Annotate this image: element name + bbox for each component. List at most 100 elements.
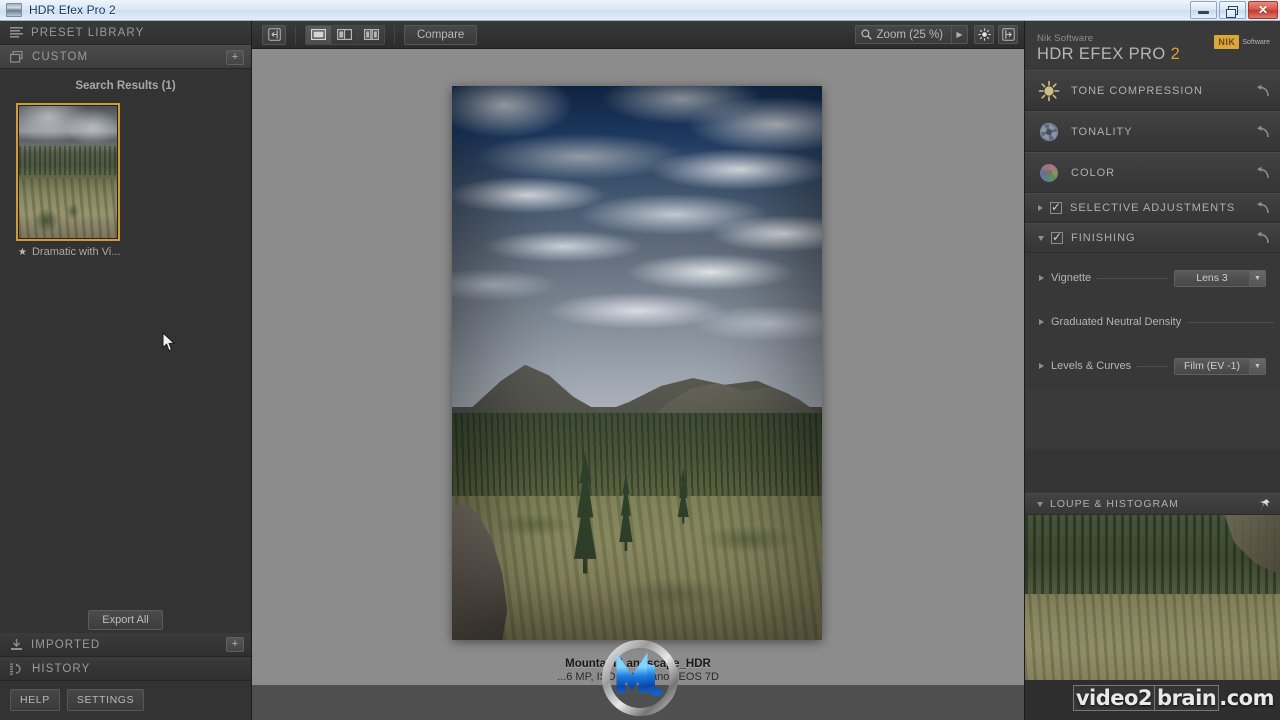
split-pane-icon xyxy=(337,29,352,40)
chevron-down-icon[interactable]: ▼ xyxy=(1249,358,1265,374)
history-label: HISTORY xyxy=(32,662,91,675)
sky-region xyxy=(452,86,822,408)
chevron-down-icon[interactable] xyxy=(1038,235,1044,241)
section-tone-compression[interactable]: TONE COMPRESSION xyxy=(1025,70,1280,111)
compare-button[interactable]: Compare xyxy=(404,24,478,45)
chevron-down-icon[interactable]: ▼ xyxy=(1249,270,1265,286)
video2brain-watermark: video2 brain .com xyxy=(1072,685,1274,711)
sidebar-item-history[interactable]: HISTORY xyxy=(0,657,251,681)
section-finishing[interactable]: FINISHING xyxy=(1025,223,1280,253)
minimize-button[interactable] xyxy=(1190,1,1217,19)
section-label: SELECTIVE ADJUSTMENTS xyxy=(1070,202,1236,214)
brand-header: Nik Software HDR EFEX PRO 2 NIK Software xyxy=(1025,21,1280,67)
view-mode-group xyxy=(305,24,385,45)
exit-arrow-icon xyxy=(267,28,281,41)
preset-library-label: PRESET LIBRARY xyxy=(31,26,145,39)
nik-logo-word: Software xyxy=(1242,38,1270,46)
maximize-button[interactable] xyxy=(1219,1,1246,19)
exit-door-button[interactable] xyxy=(998,25,1018,44)
import-arrow-icon xyxy=(10,638,23,651)
magnifier-icon xyxy=(860,29,872,40)
zoom-dropdown-arrow[interactable]: ▶ xyxy=(951,26,967,43)
finishing-item-label: Levels & Curves xyxy=(1051,360,1132,372)
loupe-histogram-label: LOUPE & HISTOGRAM xyxy=(1050,498,1179,510)
section-color[interactable]: COLOR xyxy=(1025,152,1280,193)
finishing-body: Vignette Lens 3 ▼ Graduated Neutral Dens… xyxy=(1025,253,1280,388)
exit-door-icon xyxy=(1001,28,1015,41)
finishing-item-vignette[interactable]: Vignette Lens 3 ▼ xyxy=(1025,256,1280,300)
close-button[interactable]: ✕ xyxy=(1248,1,1278,19)
divider xyxy=(1137,365,1168,367)
nik-logo-mark: NIK xyxy=(1214,35,1240,49)
reset-icon[interactable] xyxy=(1256,84,1270,98)
section-selective-adjustments[interactable]: SELECTIVE ADJUSTMENTS xyxy=(1025,193,1280,223)
reset-icon[interactable] xyxy=(1256,201,1270,215)
chevron-right-icon[interactable] xyxy=(1039,275,1044,281)
export-all-button[interactable]: Export All xyxy=(88,610,163,630)
section-label: FINISHING xyxy=(1071,232,1136,244)
finishing-item-graduated-neutral-density[interactable]: Graduated Neutral Density xyxy=(1025,300,1280,344)
section-label: TONALITY xyxy=(1071,125,1133,138)
watermark-part-a: video2 xyxy=(1072,685,1156,711)
section-list: TONE COMPRESSION TONALITY COLOR ✓ SELECT… xyxy=(1025,70,1280,388)
view-mode-single[interactable] xyxy=(306,25,332,44)
meadow-region xyxy=(452,495,822,640)
maximize-icon xyxy=(1220,2,1245,18)
chevron-right-icon[interactable] xyxy=(1039,363,1044,369)
nik-m-logo xyxy=(601,639,679,717)
chevron-right-icon[interactable] xyxy=(1038,205,1043,211)
brightness-button[interactable] xyxy=(974,25,994,44)
add-imported-button[interactable]: + xyxy=(226,637,244,652)
dual-pane-icon xyxy=(363,29,379,40)
finishing-checkbox[interactable] xyxy=(1051,230,1063,244)
preset-name-label: ★ Dramatic with Vi... xyxy=(18,246,120,258)
selective-adjustments-checkbox[interactable] xyxy=(1050,200,1062,214)
loupe-preview[interactable] xyxy=(1025,515,1280,680)
section-tonality[interactable]: TONALITY xyxy=(1025,111,1280,152)
nik-software-logo: NIK Software xyxy=(1214,35,1270,49)
divider xyxy=(1097,277,1168,279)
minimize-icon xyxy=(1191,2,1216,18)
application-window: HDR Efex Pro 2 ✕ PRESET LIBRARY CUSTOM +… xyxy=(0,0,1280,720)
levels-curves-preset-dropdown[interactable]: Film (EV -1) ▼ xyxy=(1174,357,1266,375)
preset-thumbnail-dramatic-with-vignette[interactable] xyxy=(16,103,120,241)
view-mode-split[interactable] xyxy=(332,25,358,44)
add-custom-preset-button[interactable]: + xyxy=(226,50,244,65)
stacked-pages-icon xyxy=(10,51,24,63)
zoom-control[interactable]: Zoom (25 %) ▶ xyxy=(854,25,968,44)
sun-burst-icon xyxy=(977,28,991,41)
sidebar-footer: HELP SETTINGS xyxy=(10,689,145,711)
chevron-down-icon[interactable] xyxy=(1037,501,1043,507)
finishing-item-levels-and-curves[interactable]: Levels & Curves Film (EV -1) ▼ xyxy=(1025,344,1280,388)
sidebar-item-custom[interactable]: CUSTOM + xyxy=(0,45,251,69)
finishing-item-label: Graduated Neutral Density xyxy=(1051,316,1182,328)
section-loupe-histogram[interactable]: LOUPE & HISTOGRAM xyxy=(1025,493,1280,515)
preview-image[interactable] xyxy=(452,86,822,640)
reset-icon[interactable] xyxy=(1256,231,1270,245)
export-all-row: Export All xyxy=(0,610,251,630)
settings-button[interactable]: SETTINGS xyxy=(66,689,145,711)
reset-icon[interactable] xyxy=(1256,166,1270,180)
sidebar-item-preset-library[interactable]: PRESET LIBRARY xyxy=(0,21,251,45)
single-pane-icon xyxy=(311,29,326,40)
section-label: COLOR xyxy=(1071,166,1116,179)
vignette-preset-dropdown[interactable]: Lens 3 ▼ xyxy=(1174,269,1266,287)
star-icon: ★ xyxy=(18,246,27,258)
view-mode-side-by-side[interactable] xyxy=(358,25,384,44)
finishing-item-label: Vignette xyxy=(1051,272,1092,284)
color-wheel-icon xyxy=(1038,162,1060,184)
reset-icon[interactable] xyxy=(1256,125,1270,139)
imported-label: IMPORTED xyxy=(31,638,101,651)
aperture-icon xyxy=(1038,121,1060,143)
toolbar-divider-2 xyxy=(394,25,395,44)
sidebar-item-imported[interactable]: IMPORTED + xyxy=(0,633,251,657)
help-button[interactable]: HELP xyxy=(10,689,60,711)
zoom-label-wrap: Zoom (25 %) xyxy=(856,29,951,41)
preset-preview-image xyxy=(19,106,117,238)
image-canvas[interactable]: Mountain Landscape_HDR ...6 MP, ISO 400,… xyxy=(252,49,1024,720)
window-titlebar: HDR Efex Pro 2 ✕ xyxy=(0,0,1280,21)
preset-sidebar: PRESET LIBRARY CUSTOM + Search Results (… xyxy=(0,21,252,720)
brand-product-version: 2 xyxy=(1170,45,1181,63)
exit-arrow-icon-button[interactable] xyxy=(262,24,286,45)
chevron-right-icon[interactable] xyxy=(1039,319,1044,325)
